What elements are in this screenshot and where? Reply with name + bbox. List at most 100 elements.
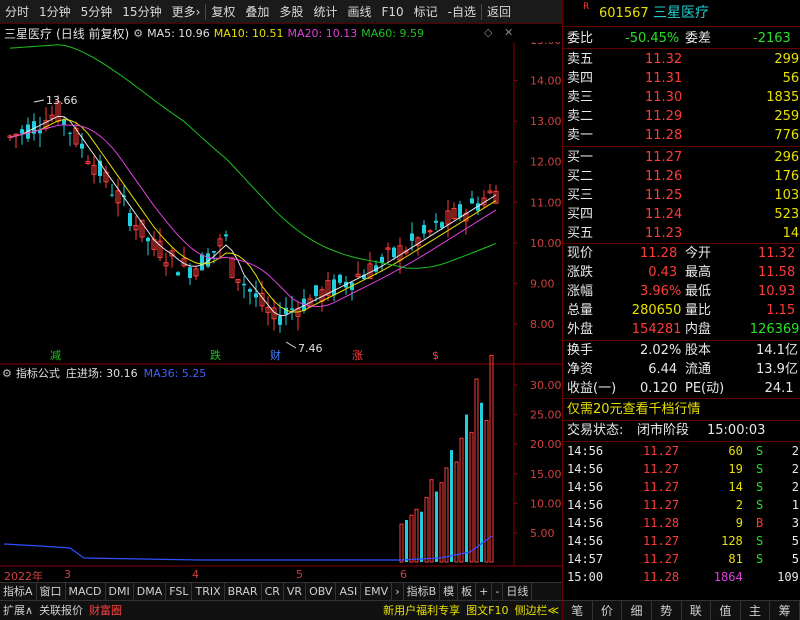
indicator-tab-1[interactable]: 窗口 bbox=[37, 582, 66, 601]
trade-status: 闭市阶段 bbox=[637, 423, 690, 438]
ma10-label: MA10: 10.51 bbox=[213, 26, 284, 40]
toolbar-item-8[interactable]: 统计 bbox=[308, 0, 342, 24]
settings-icon[interactable]: ⚙ bbox=[133, 27, 143, 40]
indicator-tab-15[interactable]: 模 bbox=[440, 582, 459, 601]
indicator-tab-8[interactable]: CR bbox=[262, 582, 284, 601]
indicator-tab-11[interactable]: ASI bbox=[336, 582, 362, 601]
indicator-tab-7[interactable]: BRAR bbox=[225, 582, 262, 601]
toolbar-item-13[interactable]: 返回 bbox=[482, 0, 516, 24]
bid-price: 11.27 bbox=[645, 150, 683, 165]
kline-chart[interactable]: 15.00 14.00 13.00 12.00 11.00 10.00 9.00 8.00 30… bbox=[0, 42, 562, 570]
promo-link[interactable]: 仅需20元查看千档行情 bbox=[567, 400, 701, 419]
indicator-tab-5[interactable]: FSL bbox=[166, 582, 193, 601]
stat-value: 2.02% bbox=[640, 343, 682, 358]
signal-marker: $ bbox=[432, 349, 439, 362]
ask-volume: 259 bbox=[774, 109, 800, 124]
date-label: 5 bbox=[296, 568, 303, 581]
tick-count: 3 bbox=[791, 516, 799, 530]
bid-volume: 523 bbox=[774, 207, 800, 222]
stock-name: 三星医疗 bbox=[653, 5, 709, 21]
stat-label: 今开 bbox=[685, 246, 712, 261]
indicator-tab-18[interactable]: - bbox=[492, 582, 504, 601]
quote-tab-5[interactable]: 值 bbox=[711, 601, 741, 620]
indicator-tab-19[interactable]: 日线 bbox=[503, 582, 533, 601]
stat-label: PE(动) bbox=[685, 381, 725, 396]
stat-label: 流通 bbox=[685, 362, 712, 377]
ask-price: 11.28 bbox=[645, 128, 683, 143]
indicator-tab-17[interactable]: + bbox=[476, 582, 493, 601]
stat-value: 280650 bbox=[631, 303, 682, 318]
status-right-2[interactable]: 侧边栏≪ bbox=[511, 601, 562, 620]
tick-price: 11.27 bbox=[643, 552, 680, 566]
stat-label: 现价 bbox=[567, 246, 594, 261]
indicator-toggle-icon[interactable]: ⚙ bbox=[2, 367, 12, 380]
indicator-tab-3[interactable]: DMI bbox=[106, 582, 134, 601]
toolbar-item-1[interactable]: 1分钟 bbox=[34, 0, 76, 24]
tick-side: S bbox=[756, 552, 764, 566]
tick-count: 2 bbox=[791, 462, 799, 476]
chart-close-icon[interactable]: ✕ bbox=[504, 26, 513, 39]
tick-count: 1 bbox=[791, 498, 799, 512]
tick-price: 11.28 bbox=[643, 570, 680, 584]
indicator-tab-6[interactable]: TRIX bbox=[192, 582, 225, 601]
tick-time: 14:56 bbox=[567, 516, 604, 530]
tick-volume: 1864 bbox=[713, 570, 743, 584]
stat-label: 涨跌 bbox=[567, 265, 594, 280]
quote-row: 买五 11.23 14 bbox=[563, 224, 800, 243]
chart-pin-icon[interactable]: ◇ bbox=[484, 26, 492, 39]
toolbar-item-2[interactable]: 5分钟 bbox=[76, 0, 118, 24]
status-left-0[interactable]: 扩展∧ bbox=[0, 601, 36, 620]
indicator-name[interactable]: 指标公式 bbox=[16, 365, 60, 381]
quote-tab-6[interactable]: 主 bbox=[741, 601, 771, 620]
toolbar-item-5[interactable]: 复权 bbox=[206, 0, 240, 24]
ask-price: 11.31 bbox=[645, 71, 683, 86]
indicator-tab-14[interactable]: 指标B bbox=[404, 582, 441, 601]
status-left-2[interactable]: 财富圈 bbox=[86, 601, 125, 620]
quote-tab-3[interactable]: 势 bbox=[652, 601, 682, 620]
status-left-1[interactable]: 关联报价 bbox=[36, 601, 86, 620]
tick-price: 11.27 bbox=[643, 534, 680, 548]
quote-tab-7[interactable]: 筹 bbox=[770, 601, 800, 620]
stock-code: 601567 bbox=[599, 6, 649, 21]
stat-value: 3.96% bbox=[640, 284, 682, 299]
status-right-1[interactable]: 图文F10 bbox=[463, 601, 511, 620]
toolbar-item-12[interactable]: -自选 bbox=[443, 0, 481, 24]
toolbar-item-9[interactable]: 画线 bbox=[342, 0, 376, 24]
status-right-0[interactable]: 新用户福利专享 bbox=[380, 601, 463, 620]
toolbar-item-7[interactable]: 多股 bbox=[274, 0, 308, 24]
indicator-tab-9[interactable]: VR bbox=[284, 582, 307, 601]
indicator-tab-13[interactable]: › bbox=[392, 582, 404, 601]
indicator-tab-4[interactable]: DMA bbox=[134, 582, 167, 601]
tick-row: 14:56 11.27 19 S 2 bbox=[563, 460, 800, 478]
ma20-label: MA20: 10.13 bbox=[287, 26, 358, 40]
tick-side: S bbox=[756, 498, 764, 512]
bid-label: 买二 bbox=[567, 169, 594, 184]
divider bbox=[563, 26, 800, 27]
bid-label: 买三 bbox=[567, 188, 594, 203]
tick-time: 14:56 bbox=[567, 498, 604, 512]
toolbar-item-11[interactable]: 标记 bbox=[409, 0, 443, 24]
toolbar-item-10[interactable]: F10 bbox=[376, 0, 408, 24]
price-axis-label: 14.00 bbox=[530, 75, 562, 88]
indicator-tab-0[interactable]: 指标A bbox=[0, 582, 37, 601]
indicator-tab-10[interactable]: OBV bbox=[306, 582, 337, 601]
quote-row: 收益(一) 0.120 PE(动) 24.1 bbox=[563, 379, 800, 398]
stat-label: 股本 bbox=[685, 343, 712, 358]
toolbar-item-3[interactable]: 15分钟 bbox=[117, 0, 166, 24]
indicator-tab-16[interactable]: 板 bbox=[458, 582, 477, 601]
indicator-axis-label: 5.00 bbox=[530, 527, 555, 540]
quote-tab-2[interactable]: 细 bbox=[622, 601, 652, 620]
quote-tab-1[interactable]: 价 bbox=[593, 601, 623, 620]
toolbar-item-0[interactable]: 分时 bbox=[0, 0, 34, 24]
quote-tab-4[interactable]: 联 bbox=[682, 601, 712, 620]
divider bbox=[563, 48, 800, 49]
ask-label: 卖三 bbox=[567, 90, 594, 105]
toolbar-item-4[interactable]: 更多› bbox=[167, 0, 206, 24]
high-annotation: 13.66 bbox=[46, 94, 78, 107]
toolbar-item-6[interactable]: 叠加 bbox=[240, 0, 274, 24]
indicator-tab-12[interactable]: EMV bbox=[361, 582, 393, 601]
indicator-axis-label: 30.00 bbox=[530, 379, 562, 392]
indicator-axis-label: 25.00 bbox=[530, 409, 562, 422]
quote-tab-0[interactable]: 笔 bbox=[563, 601, 593, 620]
indicator-tab-2[interactable]: MACD bbox=[66, 582, 106, 601]
